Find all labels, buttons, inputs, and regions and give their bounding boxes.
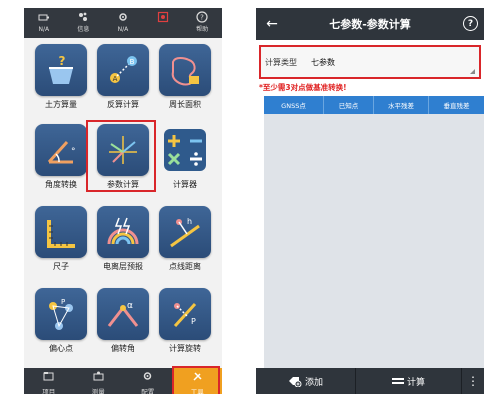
equals-icon [391,377,404,385]
dropdown-caret-icon [470,69,475,74]
help-button[interactable]: ? [463,16,478,31]
more-menu-button[interactable]: ⋮ [462,368,484,394]
config-icon [142,366,153,385]
tool-earthwork[interactable]: ? 土方算量 [32,44,90,110]
survey-icon [93,366,104,385]
tile-label: 尺子 [53,262,69,271]
status-label: N/A [38,26,50,33]
perimeter-area-icon [159,44,211,96]
point-line-distance-icon: h [159,206,211,258]
tile-label: 偏心点 [49,344,73,353]
svg-text:P: P [191,317,196,326]
action-bar: 添加 计算 ⋮ [256,368,484,394]
info-icon [77,11,89,23]
earthwork-icon: ? [35,44,87,96]
svg-text:°: ° [71,147,76,157]
gear-signal-icon [117,11,129,23]
tool-point-line-distance[interactable]: h 点线距离 [156,206,214,272]
svg-text:B: B [130,58,135,66]
rotation-calc-icon: P [159,288,211,340]
svg-text:?: ? [59,54,66,68]
tool-angle-convert[interactable]: ° 角度转换 [32,124,90,190]
tile-label: 角度转换 [45,180,77,189]
tag-add-icon [288,376,302,387]
tool-ionosphere[interactable]: 电离层预报 [94,206,152,272]
satellite-icon [38,11,50,23]
nav-label: 测量 [91,388,105,394]
status-info[interactable]: 信息 [64,8,104,38]
parameter-calc-screen: ← 七参数-参数计算 ? 计算类型 七参数 *至少需3对点做基准转换! GNSS… [256,8,484,394]
tile-label: 计算器 [173,180,197,189]
status-label: N/A [117,26,129,33]
deflection-angle-icon: α [97,288,149,340]
status-record[interactable] [143,8,183,38]
app-header: ← 七参数-参数计算 ? [256,8,484,40]
more-vertical-icon: ⋮ [467,374,479,388]
tool-calculator[interactable]: 计算器 [156,124,214,190]
table-header: GNSS点 已知点 水平残差 垂直残差 [264,96,484,114]
tools-screen: N/A 信息 N/A ? 帮助 ? 土方算量 B A 反算计算 周长面积 ° 角… [24,8,222,394]
svg-text:?: ? [200,14,204,22]
calc-type-value: 七参数 [311,58,335,67]
column-header: 已知点 [324,96,374,114]
svg-text:P: P [61,298,65,306]
add-button[interactable]: 添加 [256,368,356,394]
status-signal[interactable]: N/A [103,8,143,38]
nav-label: 配置 [141,388,155,394]
tile-label: 反算计算 [107,100,139,109]
highlight-parameter-calc [86,120,156,192]
column-header: 水平残差 [374,96,429,114]
status-toolbar: N/A 信息 N/A ? 帮助 [24,8,222,38]
root: N/A 信息 N/A ? 帮助 ? 土方算量 B A 反算计算 周长面积 ° 角… [0,0,504,400]
svg-text:A: A [113,75,118,83]
tool-deflection-angle[interactable]: α 偏转角 [94,288,152,354]
tool-perimeter-area[interactable]: 周长面积 [156,44,214,110]
calculator-icon [159,124,211,176]
nav-config[interactable]: 配置 [123,368,173,394]
column-header: 垂直残差 [443,102,470,110]
compute-button[interactable]: 计算 [356,368,462,394]
calc-type-select[interactable]: 计算类型 七参数 [259,45,481,79]
project-icon [43,366,54,385]
help-icon: ? [196,11,208,23]
ionosphere-icon [97,206,149,258]
tool-rotation-calc[interactable]: P 计算旋转 [156,288,214,354]
inverse-calc-icon: BA [97,44,149,96]
tile-label: 电离层预报 [103,262,143,271]
tile-label: 偏转角 [111,344,135,353]
status-help[interactable]: ? 帮助 [182,8,222,38]
angle-convert-icon: ° [35,124,87,176]
compute-label: 计算 [406,377,425,388]
points-table[interactable] [264,114,484,368]
tile-label: 点线距离 [169,262,201,271]
page-title: 七参数-参数计算 [329,18,411,31]
column-header: GNSS点 [264,96,324,114]
warning-text: *至少需3对点做基准转换! [259,83,347,92]
highlight-tools-tab [172,366,220,394]
help-icon: ? [467,18,474,29]
eccentric-point-icon: P [35,288,87,340]
add-label: 添加 [304,377,323,388]
record-icon [157,11,169,23]
tool-ruler[interactable]: 尺子 [32,206,90,272]
nav-label: 项目 [42,388,56,394]
nav-survey[interactable]: 测量 [74,368,124,394]
svg-text:α: α [127,301,133,311]
status-label: 帮助 [196,26,209,33]
tile-label: 计算旋转 [169,344,201,353]
svg-text:h: h [187,217,192,226]
nav-project[interactable]: 项目 [24,368,74,394]
status-satellite[interactable]: N/A [24,8,64,38]
tile-label: 土方算量 [45,100,77,109]
tool-eccentric-point[interactable]: P 偏心点 [32,288,90,354]
status-label: 信息 [77,26,90,33]
tool-inverse-calc[interactable]: BA 反算计算 [94,44,152,110]
tile-label: 周长面积 [169,100,201,109]
calc-type-label: 计算类型 [265,58,297,67]
ruler-icon [35,206,87,258]
